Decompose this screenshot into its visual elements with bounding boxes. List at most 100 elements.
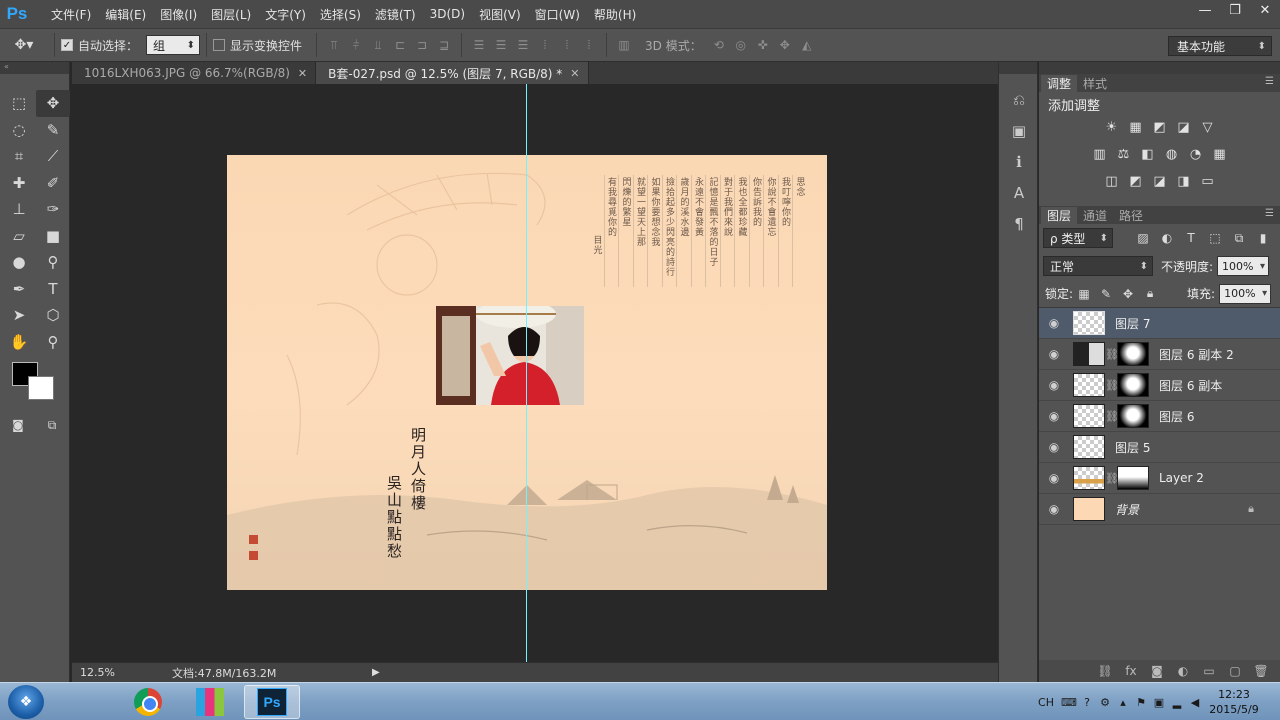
gradient-tool-icon[interactable]: ■ [36,223,70,250]
opacity-field[interactable]: 100% [1217,256,1270,276]
menu-window[interactable]: 窗口(W) [528,6,587,23]
blend-mode-dropdown[interactable]: 正常 [1043,256,1153,276]
menu-filter[interactable]: 滤镜(T) [368,6,423,23]
visibility-eye-icon[interactable]: ◉ [1039,316,1069,330]
3d-roll-icon[interactable]: ◎ [730,36,752,54]
filter-toggle-icon[interactable]: ▮ [1253,231,1273,245]
lock-all-icon[interactable]: 🔒︎ [1139,286,1161,301]
panel-menu-icon[interactable]: ☰ [1265,208,1274,219]
character-panel-icon[interactable]: A [999,177,1039,208]
filter-adjustment-icon[interactable]: ◐ [1157,231,1177,245]
layer-mask-thumbnail[interactable] [1117,342,1149,366]
layer-filter-dropdown[interactable]: ρ 类型 [1043,228,1113,248]
menu-3d[interactable]: 3D(D) [423,7,472,21]
layer-row[interactable]: ◉ ⛓ Layer 2 [1039,463,1280,494]
volume-icon[interactable]: ◀ [1186,696,1204,709]
history-brush-tool-icon[interactable]: ✑ [36,196,70,223]
close-button[interactable]: ✕ [1250,0,1280,20]
distribute-hcenter-icon[interactable]: ⦙ [556,36,578,54]
menu-select[interactable]: 选择(S) [313,6,368,23]
lock-position-icon[interactable]: ✥ [1117,287,1139,301]
visibility-eye-icon[interactable]: ◉ [1039,502,1069,516]
show-hidden-icons-icon[interactable]: ▴ [1114,696,1132,709]
invert-icon[interactable]: ◫ [1102,173,1122,191]
brightness-contrast-icon[interactable]: ☀ [1102,119,1122,137]
status-menu-arrow-icon[interactable]: ▶ [372,667,380,678]
photo-filter-icon[interactable]: ◍ [1162,146,1182,164]
portrait-photo-layer[interactable] [436,306,584,405]
layer-row[interactable]: ◉ ⛓ 图层 6 副本 [1039,370,1280,401]
tab-layers[interactable]: 图层 [1041,207,1078,224]
link-chain-icon[interactable]: ⛓ [1105,410,1119,423]
filter-type-icon[interactable]: T [1181,231,1201,245]
3d-drag-icon[interactable]: ✜ [752,36,774,54]
tab-paths[interactable]: 路径 [1113,207,1149,224]
tray-options-icon[interactable]: ⚙ [1096,696,1114,709]
clone-stamp-tool-icon[interactable]: ⊥ [2,196,36,223]
color-balance-icon[interactable]: ⚖ [1114,146,1134,164]
add-mask-icon[interactable]: ◙ [1148,664,1166,678]
action-center-icon[interactable]: ⚑ [1132,696,1150,709]
device-icon[interactable]: ▣ [1150,696,1168,709]
quick-mask-icon[interactable]: ◙ [8,416,28,434]
marquee-tool-icon[interactable]: ⬚ [2,90,36,117]
filter-pixel-icon[interactable]: ▨ [1133,231,1153,245]
exposure-icon[interactable]: ◪ [1174,119,1194,137]
canvas-area[interactable]: 思念 我叮嚀你的 你說不會遺忘 你告訴我的 我也全都珍藏 對于我們來說 記憶是飄… [72,84,998,662]
link-chain-icon[interactable]: ⛓ [1105,472,1119,485]
help-icon[interactable]: ? [1078,696,1096,709]
gradient-map-icon[interactable]: ▭ [1198,173,1218,191]
quick-select-tool-icon[interactable]: ✎ [36,117,70,144]
menu-help[interactable]: 帮助(H) [587,6,643,23]
layer-row[interactable]: ◉ ⛓ 图层 6 [1039,401,1280,432]
visibility-eye-icon[interactable]: ◉ [1039,471,1069,485]
pen-tool-icon[interactable]: ✒ [2,276,36,303]
selective-color-icon[interactable]: ◨ [1174,173,1194,191]
lock-transparent-icon[interactable]: ▦ [1073,287,1095,301]
3d-rotate-icon[interactable]: ⟲ [708,36,730,54]
lasso-tool-icon[interactable]: ◌ [2,117,36,144]
info-panel-icon[interactable]: ℹ [999,146,1039,177]
align-top-icon[interactable]: ⫪ [323,36,345,54]
auto-select-dropdown[interactable]: 组 [146,35,201,55]
layer-row[interactable]: ◉ 图层 5 [1039,432,1280,463]
tab-adjustments[interactable]: 调整 [1041,75,1078,92]
auto-align-icon[interactable]: ▥ [613,36,635,54]
hand-tool-icon[interactable]: ✋ [2,329,36,356]
3d-slide-icon[interactable]: ✥ [774,36,796,54]
visibility-eye-icon[interactable]: ◉ [1039,378,1069,392]
taskbar-app[interactable] [182,685,238,719]
type-tool-icon[interactable]: T [36,276,70,303]
menu-type[interactable]: 文字(Y) [258,6,313,23]
eyedropper-tool-icon[interactable]: ⟋ [36,143,70,170]
hue-saturation-icon[interactable]: ▥ [1090,146,1110,164]
workspace-dropdown[interactable]: 基本功能 [1168,36,1272,56]
layer-row[interactable]: ◉ 背景 🔒︎ [1039,494,1280,525]
menu-file[interactable]: 文件(F) [44,6,98,23]
taskbar-photoshop[interactable]: Ps [244,685,300,719]
distribute-top-icon[interactable]: ☰ [468,36,490,54]
network-icon[interactable]: ▂ [1168,696,1186,709]
tools-panel-header[interactable]: « [0,62,69,74]
align-bottom-icon[interactable]: ⫫ [367,36,389,54]
new-layer-icon[interactable]: ▢ [1226,664,1244,678]
layer-mask-thumbnail[interactable] [1117,466,1149,490]
keyboard-icon[interactable]: ⌨ [1060,696,1078,709]
filter-smart-icon[interactable]: ⧉ [1229,231,1249,246]
channel-mixer-icon[interactable]: ◔ [1186,146,1206,164]
crop-tool-icon[interactable]: ⌗ [2,143,36,170]
panel-menu-icon[interactable]: ☰ [1265,76,1274,87]
zoom-tool-icon[interactable]: ⚲ [36,329,70,356]
screen-mode-icon[interactable]: ⧉ [40,416,64,434]
history-panel-icon[interactable]: ⎌ [999,84,1039,115]
close-icon[interactable]: ✕ [570,67,579,80]
paragraph-panel-icon[interactable]: ¶ [999,208,1039,239]
minimize-button[interactable]: — [1190,0,1220,20]
windows-start-icon[interactable]: ❖ [8,685,44,719]
actions-panel-icon[interactable]: ▣ [999,115,1039,146]
layer-mask-thumbnail[interactable] [1117,404,1149,428]
input-method-indicator[interactable]: CH [1038,696,1054,709]
healing-brush-tool-icon[interactable]: ✚ [2,170,36,197]
visibility-eye-icon[interactable]: ◉ [1039,347,1069,361]
black-white-icon[interactable]: ◧ [1138,146,1158,164]
